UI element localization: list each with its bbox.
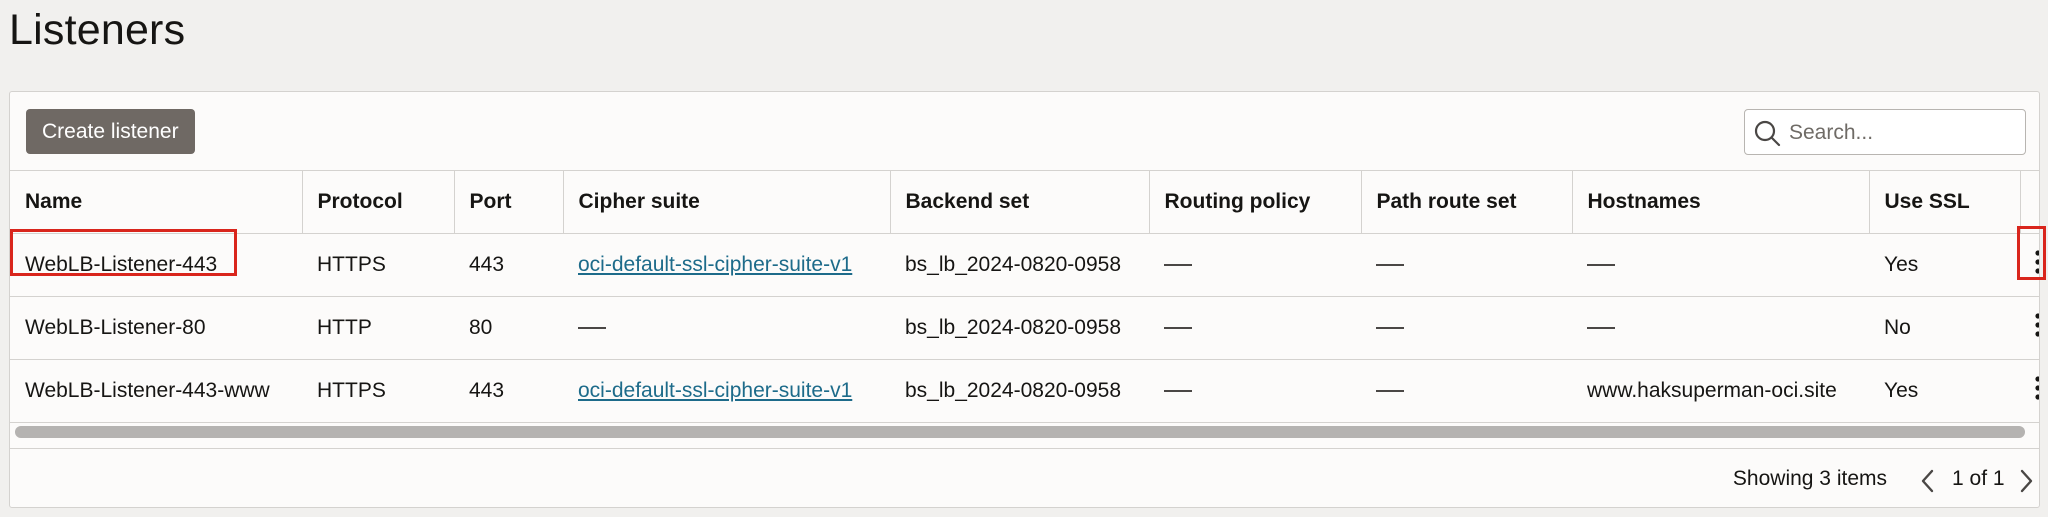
- empty-dash: [1376, 264, 1404, 267]
- cell-actions: [2020, 233, 2039, 297]
- cipher-suite-link[interactable]: oci-default-ssl-cipher-suite-v1: [578, 379, 852, 402]
- table-header-row: Name Protocol Port Cipher suite Backend …: [10, 170, 2039, 234]
- table-row: WebLB-Listener-443 HTTPS 443 oci-default…: [10, 233, 2039, 297]
- cell-path-route-set: [1361, 233, 1572, 297]
- cell-path-route-set: [1361, 296, 1572, 360]
- listeners-panel: Create listener Name Protocol Port Ciphe…: [9, 91, 2040, 508]
- cell-protocol: HTTPS: [302, 359, 454, 423]
- table-row: WebLB-Listener-443-www HTTPS 443 oci-def…: [10, 359, 2039, 423]
- cell-hostnames: [1572, 296, 1869, 360]
- page-title: Listeners: [9, 6, 186, 54]
- cell-hostnames: [1572, 233, 1869, 297]
- cell-protocol: HTTPS: [302, 233, 454, 297]
- cell-name[interactable]: WebLB-Listener-443: [10, 233, 302, 297]
- column-header-port[interactable]: Port: [454, 170, 564, 234]
- cell-backend-set: bs_lb_2024-0820-0958: [890, 296, 1149, 360]
- search-box[interactable]: [1744, 109, 2026, 156]
- item-count: Showing 3 items: [1732, 467, 1887, 490]
- column-header-protocol[interactable]: Protocol: [302, 170, 455, 234]
- cell-use-ssl: Yes: [1869, 233, 2020, 297]
- cell-cipher-suite: oci-default-ssl-cipher-suite-v1: [563, 233, 890, 297]
- empty-dash: [1376, 327, 1404, 330]
- page-indicator: 1 of 1: [1952, 467, 2005, 490]
- column-header-name[interactable]: Name: [10, 170, 303, 234]
- cell-actions: [2020, 296, 2039, 360]
- chevron-left-icon[interactable]: [1918, 468, 1938, 499]
- cell-routing-policy: [1149, 359, 1361, 423]
- scrollbar-thumb[interactable]: [15, 426, 2025, 438]
- kebab-menu-icon[interactable]: [2031, 374, 2039, 402]
- cell-port: 443: [454, 233, 563, 297]
- cell-backend-set: bs_lb_2024-0820-0958: [890, 359, 1149, 423]
- column-header-use-ssl[interactable]: Use SSL: [1869, 170, 2021, 234]
- column-header-cipher-suite[interactable]: Cipher suite: [563, 170, 891, 234]
- cell-path-route-set: [1361, 359, 1572, 423]
- empty-dash: [1587, 327, 1615, 330]
- cell-cipher-suite: [563, 296, 890, 360]
- chevron-right-icon[interactable]: [2016, 468, 2036, 499]
- cell-actions: [2020, 359, 2039, 423]
- cell-use-ssl: No: [1869, 296, 2020, 360]
- cell-port: 443: [454, 359, 563, 423]
- table-footer: Showing 3 items 1 of 1: [10, 448, 2039, 507]
- cell-backend-set: bs_lb_2024-0820-0958: [890, 233, 1149, 297]
- column-header-backend-set[interactable]: Backend set: [890, 170, 1150, 234]
- cell-name[interactable]: WebLB-Listener-80: [10, 296, 302, 360]
- table-row: WebLB-Listener-80 HTTP 80 bs_lb_2024-082…: [10, 296, 2039, 360]
- column-header-actions: [2020, 170, 2039, 234]
- search-input[interactable]: [1787, 110, 2021, 156]
- search-icon: [1753, 119, 1781, 147]
- cell-protocol: HTTP: [302, 296, 454, 360]
- create-listener-button[interactable]: Create listener: [26, 109, 195, 154]
- cell-port: 80: [454, 296, 563, 360]
- toolbar: Create listener: [10, 92, 2039, 170]
- column-header-routing-policy[interactable]: Routing policy: [1149, 170, 1362, 234]
- cell-routing-policy: [1149, 233, 1361, 297]
- column-header-path-route-set[interactable]: Path route set: [1361, 170, 1573, 234]
- empty-dash: [578, 327, 606, 330]
- empty-dash: [1164, 264, 1192, 267]
- kebab-menu-icon[interactable]: [2031, 311, 2039, 339]
- empty-dash: [1587, 264, 1615, 267]
- column-header-hostnames[interactable]: Hostnames: [1572, 170, 1870, 234]
- cell-name[interactable]: WebLB-Listener-443-www: [10, 359, 302, 423]
- kebab-menu-icon[interactable]: [2031, 248, 2039, 276]
- listeners-table: Name Protocol Port Cipher suite Backend …: [10, 170, 2039, 423]
- cell-hostnames: www.haksuperman-oci.site: [1572, 359, 1869, 423]
- empty-dash: [1376, 390, 1404, 393]
- cell-use-ssl: Yes: [1869, 359, 2020, 423]
- empty-dash: [1164, 327, 1192, 330]
- cipher-suite-link[interactable]: oci-default-ssl-cipher-suite-v1: [578, 253, 852, 276]
- cell-cipher-suite: oci-default-ssl-cipher-suite-v1: [563, 359, 890, 423]
- cell-routing-policy: [1149, 296, 1361, 360]
- horizontal-scrollbar[interactable]: [15, 426, 2025, 438]
- empty-dash: [1164, 390, 1192, 393]
